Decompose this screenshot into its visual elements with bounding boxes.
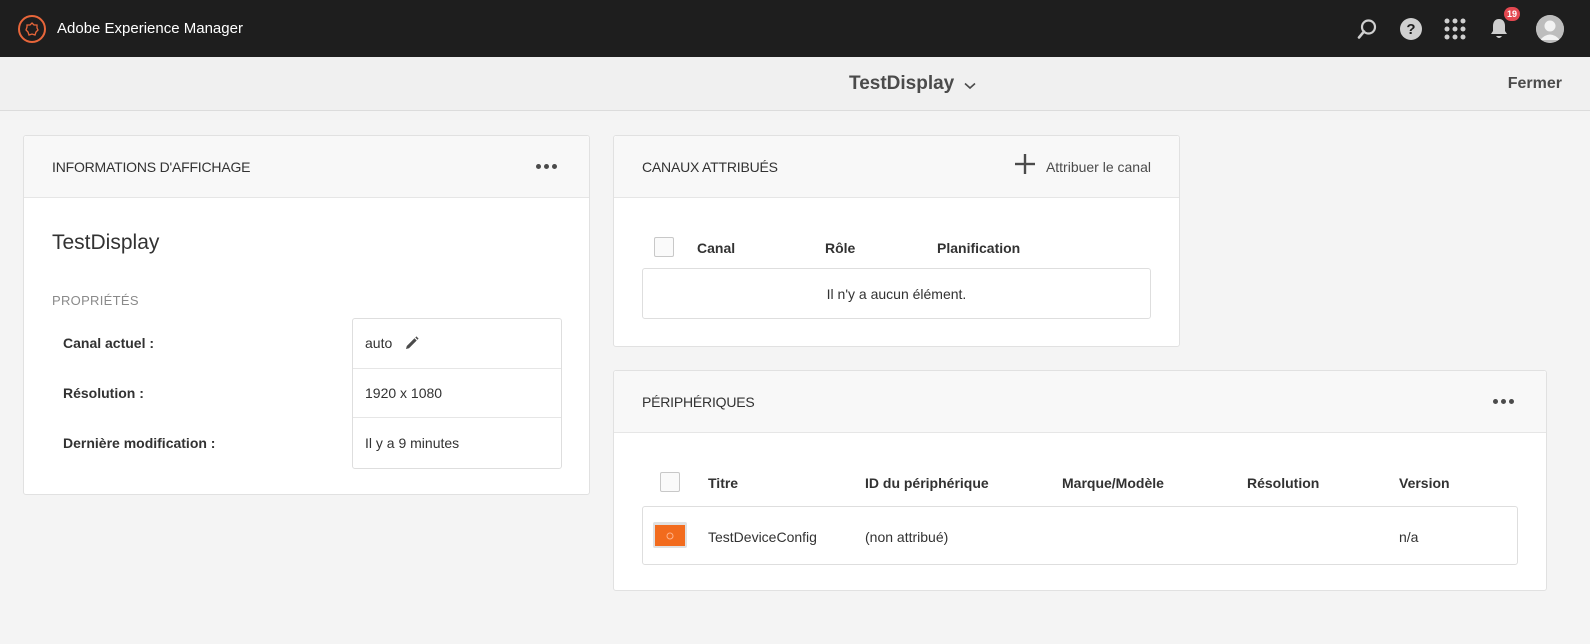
display-info-card: INFORMATIONS D'AFFICHAGE TestDisplay PRO… bbox=[23, 135, 590, 495]
device-thumbnail bbox=[653, 522, 687, 548]
column-header[interactable]: Résolution bbox=[1247, 475, 1319, 491]
column-header[interactable]: ID du périphérique bbox=[865, 475, 989, 491]
column-header[interactable]: Version bbox=[1399, 475, 1450, 491]
avatar-icon[interactable] bbox=[1536, 14, 1564, 43]
page-title-dropdown[interactable]: TestDisplay bbox=[849, 57, 976, 111]
screen-icon bbox=[655, 525, 685, 546]
column-header[interactable]: Canal bbox=[697, 240, 735, 256]
select-all-checkbox[interactable] bbox=[660, 472, 680, 492]
search-icon[interactable] bbox=[1354, 16, 1380, 42]
display-name: TestDisplay bbox=[52, 231, 160, 254]
card-title: PÉRIPHÉRIQUES bbox=[642, 393, 755, 410]
properties-heading: PROPRIÉTÉS bbox=[52, 293, 139, 308]
app-name: Adobe Experience Manager bbox=[57, 20, 243, 37]
column-header[interactable]: Rôle bbox=[825, 240, 855, 256]
assign-channel-label: Attribuer le canal bbox=[1045, 158, 1151, 175]
svg-text:?: ? bbox=[1406, 21, 1415, 38]
last-modified-value: Il y a 9 minutes bbox=[365, 434, 460, 451]
property-labels: Canal actuel : Résolution : Dernière mod… bbox=[63, 318, 215, 468]
chevron-down-icon bbox=[964, 77, 976, 95]
table-row[interactable]: TestDeviceConfig (non attribué) n/a bbox=[642, 506, 1518, 565]
column-header[interactable]: Planification bbox=[937, 240, 1020, 256]
property-value-row: Il y a 9 minutes bbox=[353, 418, 561, 468]
column-header[interactable]: Marque/Modèle bbox=[1062, 475, 1164, 491]
card-title: CANAUX ATTRIBUÉS bbox=[642, 158, 778, 175]
help-icon[interactable]: ? bbox=[1398, 16, 1424, 42]
property-label: Dernière modification : bbox=[63, 435, 216, 451]
grid-icon[interactable] bbox=[1442, 16, 1468, 42]
property-value-row: auto bbox=[353, 319, 561, 369]
top-bar: Adobe Experience Manager ? 19 bbox=[0, 0, 1590, 57]
property-values: auto 1920 x 1080 Il y a 9 minutes bbox=[352, 318, 562, 469]
device-id: (non attribué) bbox=[865, 528, 949, 545]
notification-badge: 19 bbox=[1503, 6, 1520, 21]
card-title: INFORMATIONS D'AFFICHAGE bbox=[52, 158, 251, 175]
property-label: Résolution : bbox=[63, 385, 144, 401]
empty-state: Il n'y a aucun élément. bbox=[642, 268, 1151, 319]
bell-icon[interactable]: 19 bbox=[1486, 6, 1520, 42]
card-header: CANAUX ATTRIBUÉS Attribuer le canal bbox=[614, 136, 1179, 198]
current-channel-value: auto bbox=[365, 335, 393, 352]
brand[interactable]: Adobe Experience Manager bbox=[18, 14, 243, 43]
plus-icon bbox=[1014, 153, 1036, 180]
more-options-icon[interactable] bbox=[1489, 395, 1518, 408]
page-title: TestDisplay bbox=[849, 73, 955, 94]
device-title: TestDeviceConfig bbox=[708, 528, 817, 545]
devices-card: PÉRIPHÉRIQUES Titre ID du périphérique M… bbox=[613, 370, 1547, 591]
column-header[interactable]: Titre bbox=[708, 475, 738, 491]
empty-message: Il n'y a aucun élément. bbox=[826, 285, 967, 302]
aem-logo-icon bbox=[18, 14, 46, 43]
resolution-value: 1920 x 1080 bbox=[365, 384, 443, 401]
card-header: PÉRIPHÉRIQUES bbox=[614, 371, 1546, 433]
property-label: Canal actuel : bbox=[63, 335, 155, 351]
header-bar: TestDisplay Fermer bbox=[0, 57, 1590, 111]
assign-channel-button[interactable]: Attribuer le canal bbox=[1014, 153, 1151, 180]
select-all-checkbox[interactable] bbox=[654, 237, 674, 257]
close-button[interactable]: Fermer bbox=[1508, 57, 1562, 111]
card-header: INFORMATIONS D'AFFICHAGE bbox=[24, 136, 589, 198]
device-version: n/a bbox=[1399, 528, 1419, 545]
top-actions: ? 19 bbox=[1354, 0, 1564, 57]
assigned-channels-card: CANAUX ATTRIBUÉS Attribuer le canal Cana… bbox=[613, 135, 1180, 347]
pencil-icon[interactable] bbox=[404, 336, 419, 351]
more-options-icon[interactable] bbox=[532, 160, 561, 173]
property-value-row: 1920 x 1080 bbox=[353, 369, 561, 418]
